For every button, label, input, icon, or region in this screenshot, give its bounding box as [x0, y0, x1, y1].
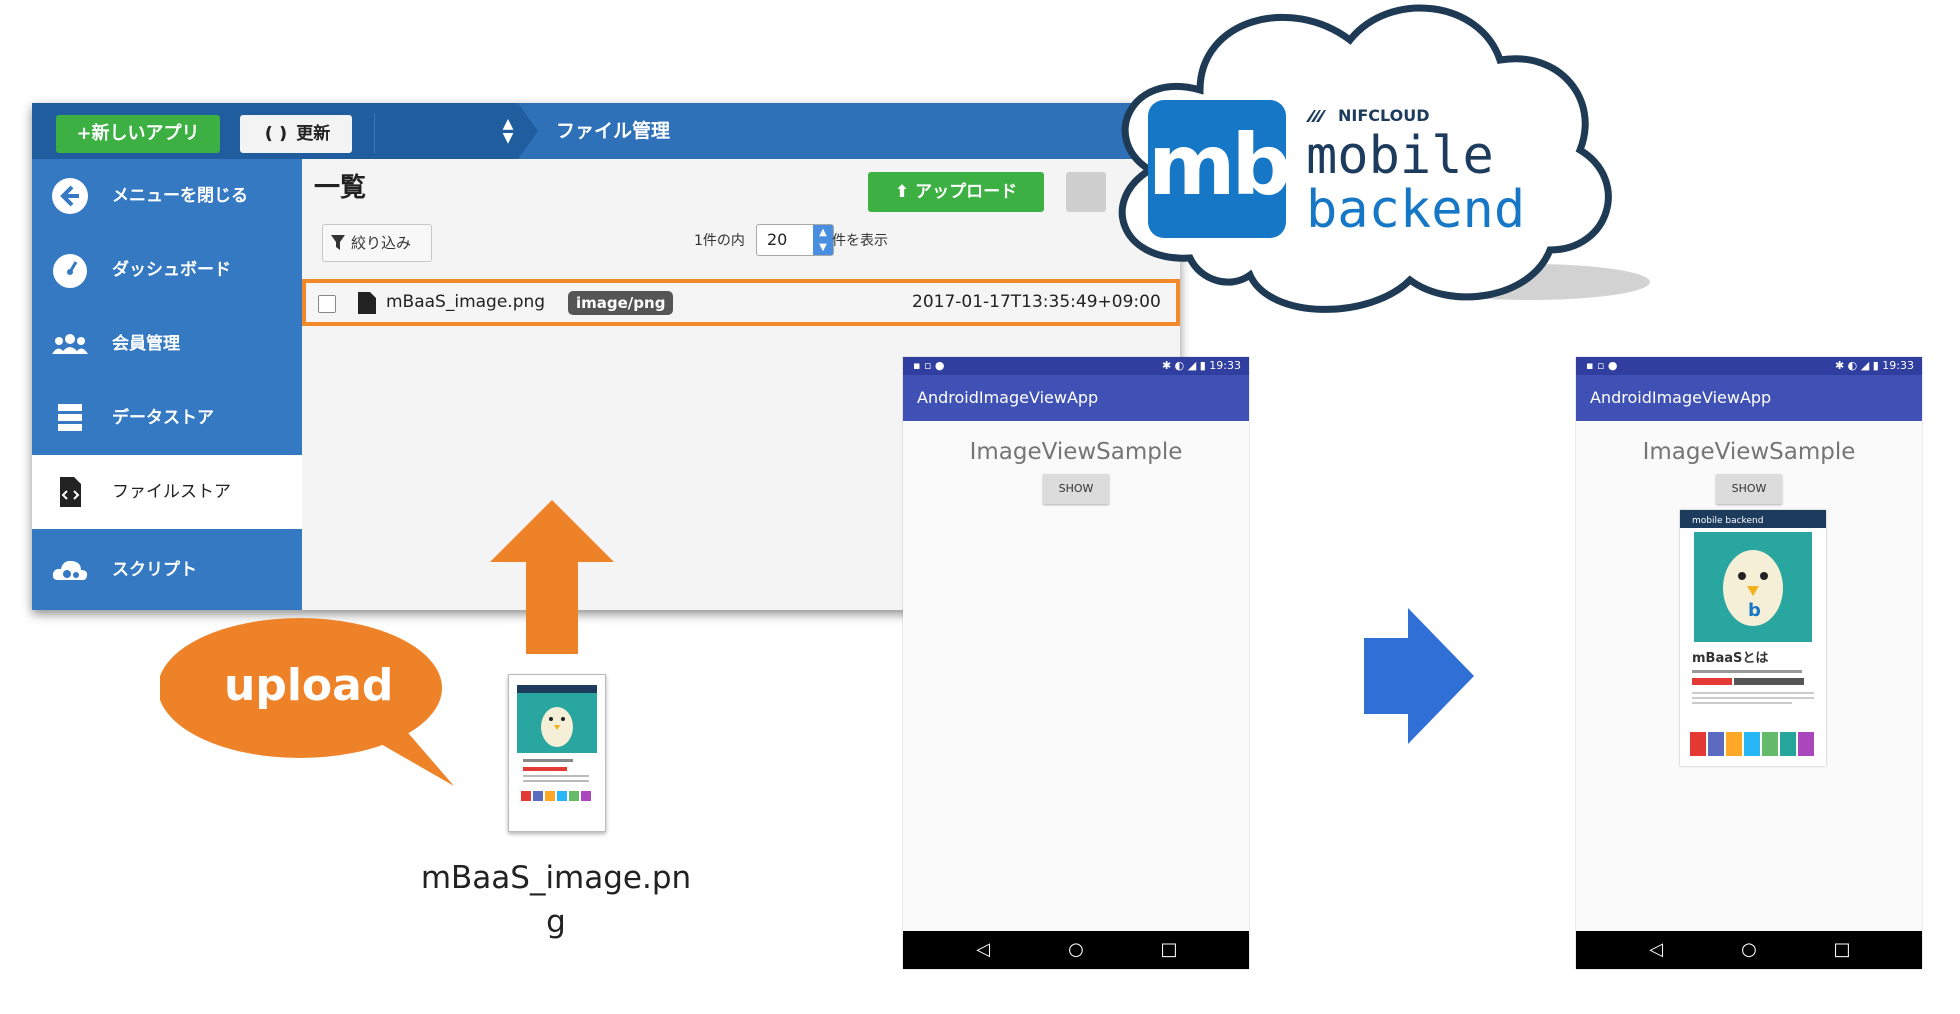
file-icon: [358, 292, 376, 314]
sidebar-item-filestore[interactable]: ファイルストア: [32, 455, 302, 529]
sidebar-item-dashboard[interactable]: ダッシュボード: [32, 233, 302, 307]
status-time: ✱ ◐ ◢ ▮ 19:33: [1834, 359, 1914, 372]
gauge-icon: [53, 254, 87, 288]
file-name[interactable]: mBaaS_image.png: [386, 283, 545, 322]
image-file-thumbnail[interactable]: [508, 674, 606, 832]
logo-text-backend: backend: [1306, 180, 1526, 240]
cloud-gear-icon: [52, 560, 88, 581]
app-bar: AndroidImageViewApp: [1576, 375, 1922, 421]
table-row[interactable]: mBaaS_image.png image/png 2017-01-17T13:…: [302, 279, 1180, 326]
upload-button[interactable]: ⬆ アップロード: [868, 172, 1044, 212]
sidebar-item-close-menu[interactable]: メニューを閉じる: [32, 159, 302, 233]
app-title: AndroidImageViewApp: [917, 388, 1099, 407]
recents-icon[interactable]: □: [1157, 939, 1181, 961]
sidebar-item-label: 会員管理: [112, 334, 180, 354]
local-file-name: mBaaS_image.png: [420, 860, 692, 940]
recents-icon[interactable]: □: [1830, 939, 1854, 961]
clock: 19:33: [1209, 359, 1241, 372]
loaded-image-view: mobile backend b mBaaSとは: [1680, 510, 1826, 766]
android-nav-bar: ◁ ○ □: [903, 931, 1249, 969]
row-checkbox[interactable]: [318, 295, 336, 313]
notification-icons: ▪ ▫ ●: [1586, 359, 1618, 372]
code-file-icon: [60, 477, 81, 507]
paging-prefix: 1件の内: [694, 233, 745, 249]
back-icon[interactable]: ◁: [1644, 939, 1668, 961]
filter-icon: [331, 235, 345, 250]
list-title: 一覧: [314, 173, 367, 203]
filter-label: 絞り込み: [351, 234, 412, 252]
spinner-icon[interactable]: ▲ ▼: [813, 225, 833, 255]
per-page-select[interactable]: 20 ▲ ▼: [756, 224, 834, 256]
refresh-icon: ❪❫: [261, 124, 291, 144]
filter-button[interactable]: 絞り込み: [322, 224, 432, 262]
database-icon: [58, 404, 82, 431]
sidebar: メニューを閉じる ダッシュボード 会員管理 データストア ファイルストア スクリ…: [32, 159, 302, 610]
clock: 19:33: [1882, 359, 1914, 372]
paging-suffix: 件を表示: [832, 233, 888, 249]
android-phone-after: ▪ ▫ ● ✱ ◐ ◢ ▮ 19:33 AndroidImageViewApp …: [1576, 357, 1922, 969]
arrow-left-circle-icon: [52, 178, 88, 214]
sidebar-item-label: ダッシュボード: [112, 260, 231, 280]
sidebar-item-label: スクリプト: [112, 560, 197, 580]
mobile-backend-logo-icon: mb: [1148, 100, 1292, 238]
sidebar-item-script[interactable]: スクリプト: [32, 533, 302, 607]
back-icon[interactable]: ◁: [971, 939, 995, 961]
status-bar: ▪ ▫ ● ✱ ◐ ◢ ▮ 19:33: [1576, 357, 1922, 375]
right-arrow-icon: [1364, 608, 1474, 744]
status-bar: ▪ ▫ ● ✱ ◐ ◢ ▮ 19:33: [903, 357, 1249, 375]
arrow-up-icon: ⬆: [894, 182, 910, 202]
refresh-label: 更新: [296, 124, 331, 144]
topbar-divider: [374, 113, 375, 153]
show-button[interactable]: SHOW: [1043, 474, 1109, 504]
sample-heading: ImageViewSample: [1642, 439, 1856, 465]
sidebar-item-members[interactable]: 会員管理: [32, 307, 302, 381]
nifcloud-brand: NIFCLOUD: [1338, 106, 1430, 125]
home-icon[interactable]: ○: [1064, 939, 1088, 961]
app-title: AndroidImageViewApp: [1590, 388, 1772, 407]
image-thumbnail-icon: [517, 685, 597, 801]
sidebar-item-label: ファイルストア: [112, 482, 231, 502]
breadcrumb-separator: [518, 103, 538, 159]
per-page-value: 20: [767, 230, 788, 249]
sidebar-item-label: メニューを閉じる: [112, 186, 248, 206]
image-caption-text: mBaaSとは: [1692, 651, 1768, 666]
upload-button-label: アップロード: [915, 182, 1018, 202]
logo-text-mobile: mobile: [1306, 126, 1494, 186]
upload-bubble-text: upload: [224, 660, 394, 711]
show-button[interactable]: SHOW: [1716, 474, 1782, 504]
status-time: ✱ ◐ ◢ ▮ 19:33: [1161, 359, 1241, 372]
android-nav-bar: ◁ ○ □: [1576, 931, 1922, 969]
mbaas-image-icon: mobile backend b mBaaSとは: [1680, 510, 1826, 756]
image-header-text: mobile backend: [1692, 516, 1763, 526]
notification-icons: ▪ ▫ ●: [913, 359, 945, 372]
refresh-button[interactable]: ❪❫ 更新: [240, 115, 352, 153]
sample-heading: ImageViewSample: [969, 439, 1183, 465]
app-bar: AndroidImageViewApp: [903, 375, 1249, 421]
nifcloud-mark-icon: [1306, 110, 1326, 122]
users-icon: [52, 334, 88, 354]
console-topbar: +新しいアプリ ❪❫ 更新 ▲ ▼ ファイル管理: [32, 103, 1180, 159]
new-app-button[interactable]: +新しいアプリ: [56, 115, 220, 153]
sidebar-item-datastore[interactable]: データストア: [32, 381, 302, 455]
svg-text:b: b: [1748, 600, 1761, 621]
breadcrumb-title: ファイル管理: [556, 120, 671, 142]
android-phone-before: ▪ ▫ ● ✱ ◐ ◢ ▮ 19:33 AndroidImageViewApp …: [903, 357, 1249, 969]
app-select-chevron-icon[interactable]: ▲ ▼: [500, 117, 516, 147]
home-icon[interactable]: ○: [1737, 939, 1761, 961]
sidebar-item-label: データストア: [112, 408, 214, 428]
file-type-badge: image/png: [568, 291, 674, 315]
upload-arrow-icon: [490, 500, 614, 654]
